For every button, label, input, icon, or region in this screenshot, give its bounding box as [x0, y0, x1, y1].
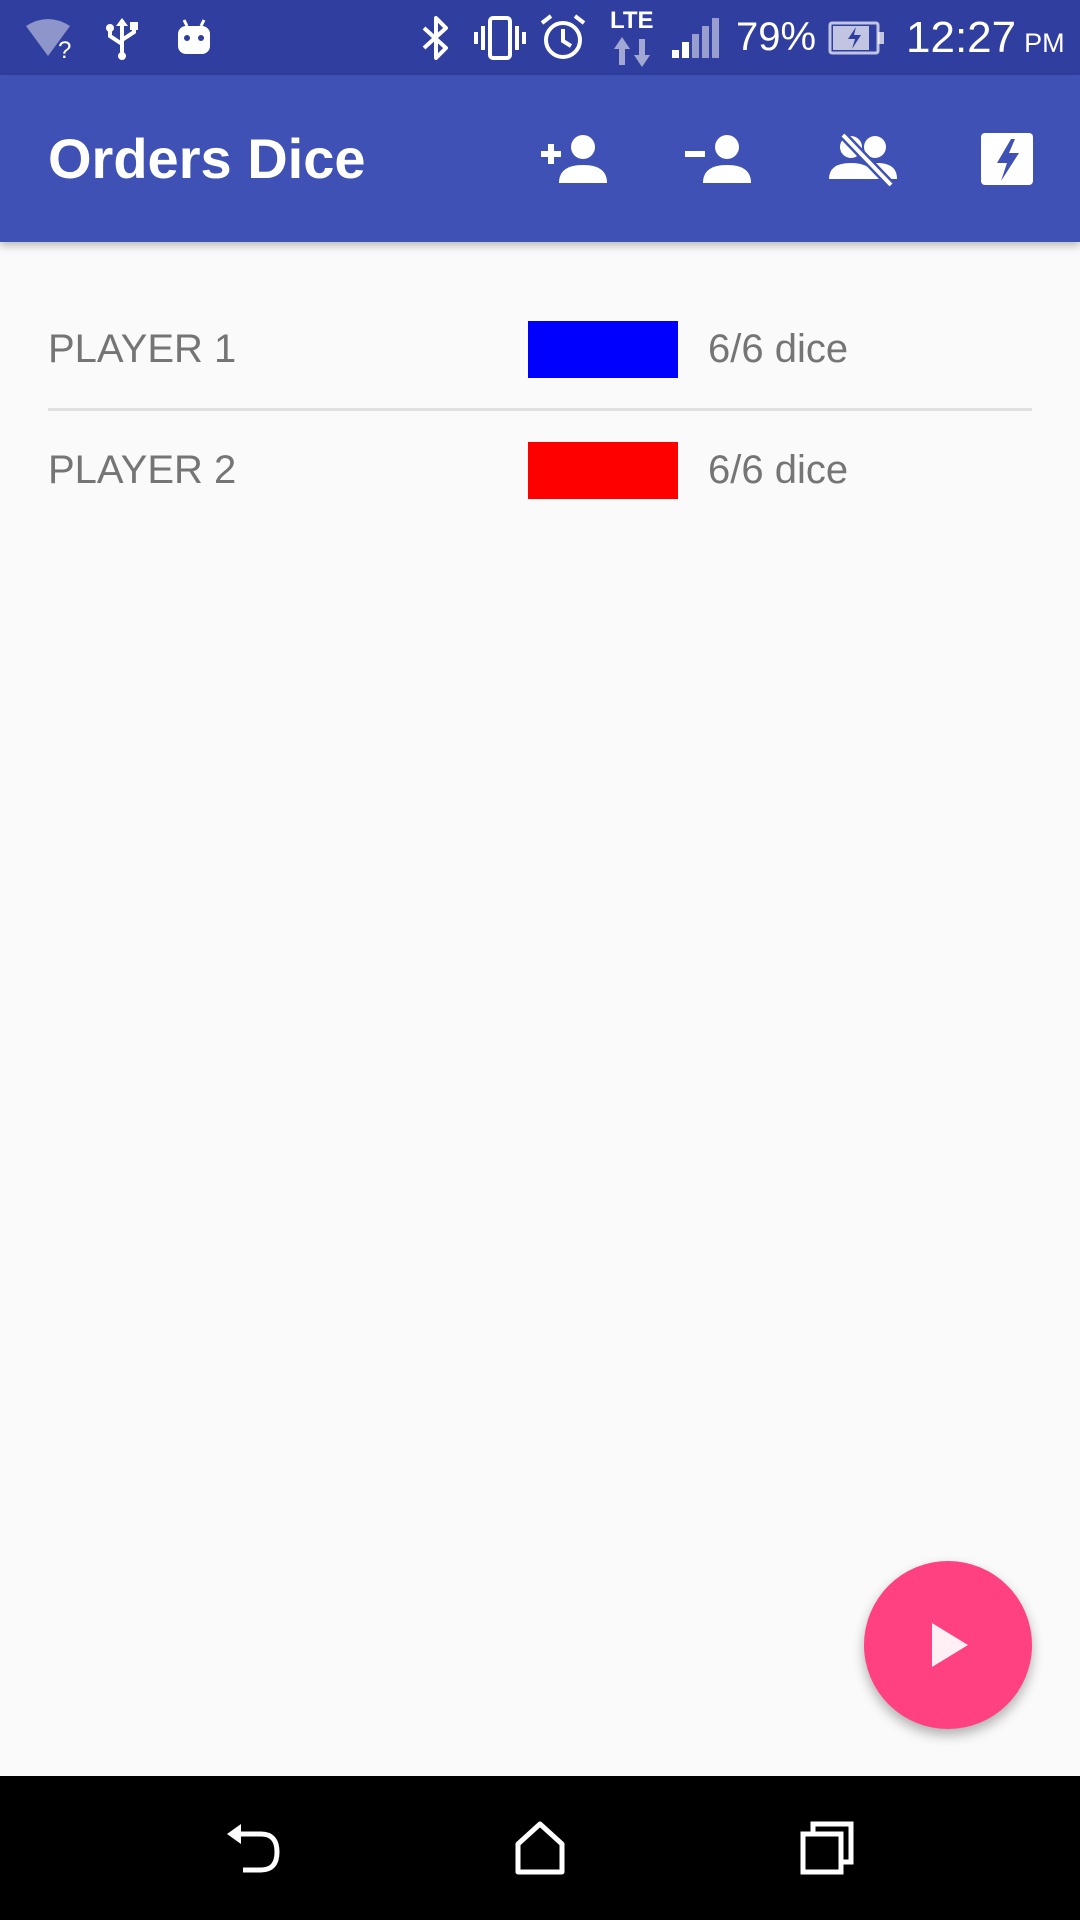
flash-card-icon: [981, 133, 1033, 185]
vibrate-icon: [474, 0, 526, 75]
lte-data-icon: LTE: [608, 0, 656, 75]
android-icon: [174, 0, 214, 75]
bluetooth-icon: [418, 0, 454, 75]
remove-person-icon: [685, 135, 751, 183]
screen: ? LTE 79% 12:27 PM Orders Dice PLAYER 1 …: [0, 0, 1080, 1920]
remove-all-people-icon: [829, 131, 897, 187]
add-person-icon: [541, 135, 607, 183]
play-icon: [932, 1623, 968, 1667]
player-color-swatch[interactable]: [528, 442, 678, 499]
player-list: PLAYER 1 6/6 dice PLAYER 2 6/6 dice: [48, 290, 1032, 529]
player-row[interactable]: PLAYER 2 6/6 dice: [48, 408, 1032, 529]
svg-text:?: ?: [58, 37, 71, 60]
app-bar: Orders Dice: [0, 75, 1080, 242]
recents-icon: [800, 1821, 854, 1875]
player-dice-count: 6/6 dice: [708, 327, 849, 371]
status-bar: ? LTE 79% 12:27 PM: [0, 0, 1080, 75]
player-name: PLAYER 2: [48, 448, 237, 492]
battery-percent: 79%: [736, 15, 817, 59]
clock-ampm: PM: [1024, 28, 1065, 58]
flash-card-button[interactable]: [963, 115, 1051, 203]
player-row[interactable]: PLAYER 1 6/6 dice: [48, 290, 1032, 408]
remove-all-players-button[interactable]: [819, 115, 907, 203]
player-dice-count: 6/6 dice: [708, 448, 849, 492]
home-icon: [515, 1821, 565, 1875]
usb-icon: [104, 0, 140, 75]
home-button[interactable]: [490, 1798, 590, 1898]
clock-time: 12:27: [906, 12, 1017, 62]
wifi-unknown-icon: ?: [24, 0, 76, 75]
player-name: PLAYER 1: [48, 327, 237, 371]
player-color-swatch[interactable]: [528, 321, 678, 378]
play-fab[interactable]: [864, 1561, 1032, 1729]
app-title: Orders Dice: [48, 127, 366, 190]
clock: 12:27 PM: [906, 0, 1065, 75]
back-icon: [227, 1824, 280, 1873]
nav-bar: [0, 1776, 1080, 1920]
lte-label: LTE: [610, 6, 654, 34]
back-button[interactable]: [203, 1798, 303, 1898]
remove-player-button[interactable]: [675, 115, 763, 203]
recents-button[interactable]: [777, 1798, 877, 1898]
alarm-icon: [538, 0, 588, 75]
cell-signal-icon: [672, 0, 720, 75]
add-player-button[interactable]: [531, 115, 619, 203]
battery-charging-icon: [828, 0, 888, 75]
